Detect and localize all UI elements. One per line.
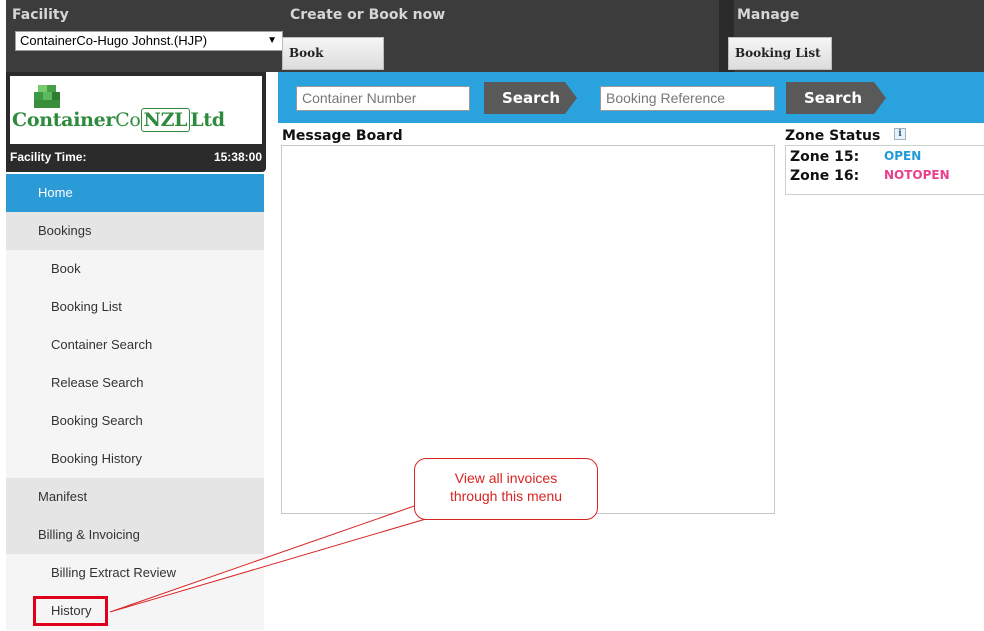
logo-text: ContainerCo NZL Ltd [12, 108, 225, 132]
book-button[interactable]: Book [282, 37, 384, 70]
sidebar-item-booking-history[interactable]: Booking History [6, 440, 264, 478]
sidebar-item-bookings[interactable]: Bookings [6, 212, 264, 250]
sidebar-item-booking-list[interactable]: Booking List [6, 288, 264, 326]
search-bar: Container Number Search Booking Referenc… [278, 72, 984, 123]
facility-select[interactable]: ContainerCo-Hugo Johnst.(HJP) ▼ [15, 31, 283, 51]
sidebar-item-book[interactable]: Book [6, 250, 264, 288]
sidebar-item-release-search[interactable]: Release Search [6, 364, 264, 402]
facility-time-value: 15:38:00 [213, 150, 262, 164]
sidebar-item-container-search[interactable]: Container Search [6, 326, 264, 364]
create-book-label: Create or Book now [290, 7, 446, 23]
zone-16-label: Zone 16: [790, 168, 860, 184]
sidebar-item-home[interactable]: Home [6, 174, 264, 212]
message-board-title: Message Board [282, 128, 403, 144]
zone-status-title: Zone Status [785, 128, 881, 144]
callout-line-2: through this menu [449, 488, 563, 504]
container-search-button[interactable]: Search [484, 82, 577, 114]
dropdown-arrow-icon: ▼ [267, 35, 277, 46]
sidebar-item-booking-search[interactable]: Booking Search [6, 402, 264, 440]
facility-selected-value: ContainerCo-Hugo Johnst.(HJP) [20, 33, 208, 48]
callout-line-1: View all invoices [454, 470, 558, 486]
manage-label: Manage [737, 7, 800, 23]
facility-time-label: Facility Time: [10, 150, 87, 164]
zone-status-panel: Zone 15: OPEN Zone 16: NOTOPEN [785, 145, 984, 195]
sidebar-menu: Home Bookings Book Booking List Containe… [6, 174, 264, 630]
sidebar-item-billing-extract-review[interactable]: Billing Extract Review [6, 554, 264, 592]
zone-15-status: OPEN [884, 149, 922, 163]
booking-list-button[interactable]: Booking List [728, 37, 832, 70]
history-highlight-box [33, 596, 108, 626]
zone-16-status: NOTOPEN [884, 168, 950, 182]
facility-label: Facility [12, 7, 69, 23]
sidebar-item-billing-invoicing[interactable]: Billing & Invoicing [6, 516, 264, 554]
info-icon[interactable]: i [894, 128, 906, 140]
booking-search-button[interactable]: Search [786, 82, 886, 114]
annotation-callout: View all invoices through this menu [414, 458, 598, 520]
top-header: Facility ContainerCo-Hugo Johnst.(HJP) ▼… [6, 0, 984, 72]
zone-15-label: Zone 15: [790, 149, 860, 165]
booking-reference-input[interactable]: Booking Reference [600, 86, 775, 111]
logo-panel: ContainerCo NZL Ltd Facility Time: 15:38:0… [6, 72, 266, 172]
company-logo: ContainerCo NZL Ltd [10, 76, 262, 144]
container-stack-icon [34, 85, 60, 108]
sidebar-item-manifest[interactable]: Manifest [6, 478, 264, 516]
container-number-input[interactable]: Container Number [296, 86, 470, 111]
